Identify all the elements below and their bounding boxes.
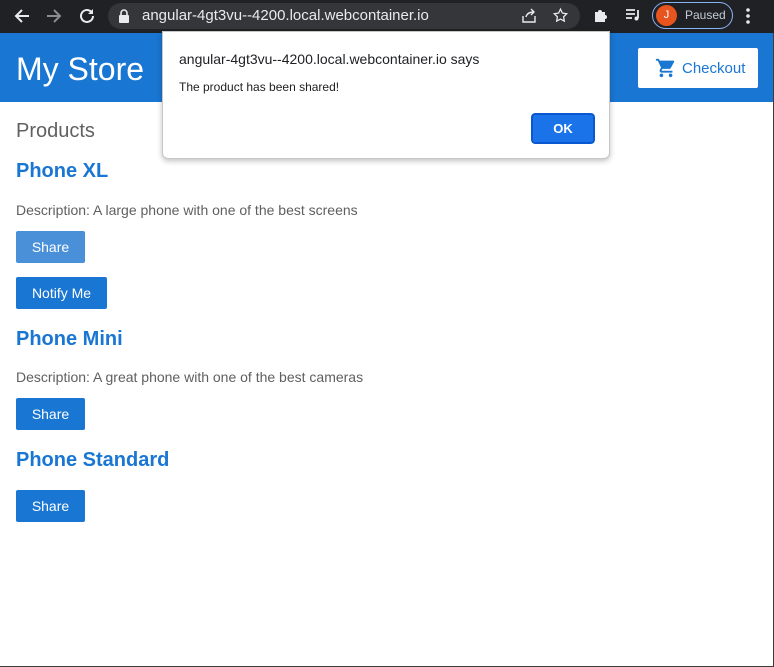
lock-icon[interactable] [118, 9, 130, 28]
address-bar[interactable]: angular-4gt3vu--4200.local.webcontainer.… [108, 3, 580, 29]
forward-icon[interactable] [42, 5, 66, 27]
share-button[interactable]: Share [16, 490, 85, 522]
browser-toolbar: angular-4gt3vu--4200.local.webcontainer.… [0, 0, 774, 33]
ok-button[interactable]: OK [530, 112, 596, 145]
media-icon[interactable] [624, 6, 642, 29]
url-text[interactable]: angular-4gt3vu--4200.local.webcontainer.… [142, 7, 429, 24]
product-description: Description: A great phone with one of t… [16, 369, 364, 385]
page-title: Products [16, 120, 95, 142]
dialog-origin: angular-4gt3vu--4200.local.webcontainer.… [179, 51, 480, 67]
product-link-phone-mini[interactable]: Phone Mini [16, 328, 123, 351]
profile-button[interactable]: J Paused [652, 2, 733, 29]
alert-dialog: angular-4gt3vu--4200.local.webcontainer.… [162, 31, 610, 159]
extensions-icon[interactable] [592, 6, 610, 29]
avatar: J [656, 5, 677, 26]
product-link-phone-xl[interactable]: Phone XL [16, 160, 108, 183]
more-icon[interactable] [745, 7, 751, 30]
store-title[interactable]: My Store [16, 51, 144, 88]
notify-me-button[interactable]: Notify Me [16, 277, 107, 309]
share-button[interactable]: Share [16, 231, 85, 263]
star-icon[interactable] [552, 7, 569, 29]
checkout-label: Checkout [682, 60, 746, 77]
share-button[interactable]: Share [16, 398, 85, 430]
shopping-cart-icon [654, 57, 678, 84]
checkout-button[interactable]: Checkout [638, 48, 758, 88]
share-icon[interactable] [521, 8, 537, 29]
dialog-message: The product has been shared! [179, 80, 340, 94]
reload-icon[interactable] [75, 5, 99, 27]
product-description: Description: A large phone with one of t… [16, 202, 358, 218]
profile-status: Paused [685, 8, 726, 22]
product-link-phone-standard[interactable]: Phone Standard [16, 449, 169, 472]
back-icon[interactable] [10, 5, 34, 27]
